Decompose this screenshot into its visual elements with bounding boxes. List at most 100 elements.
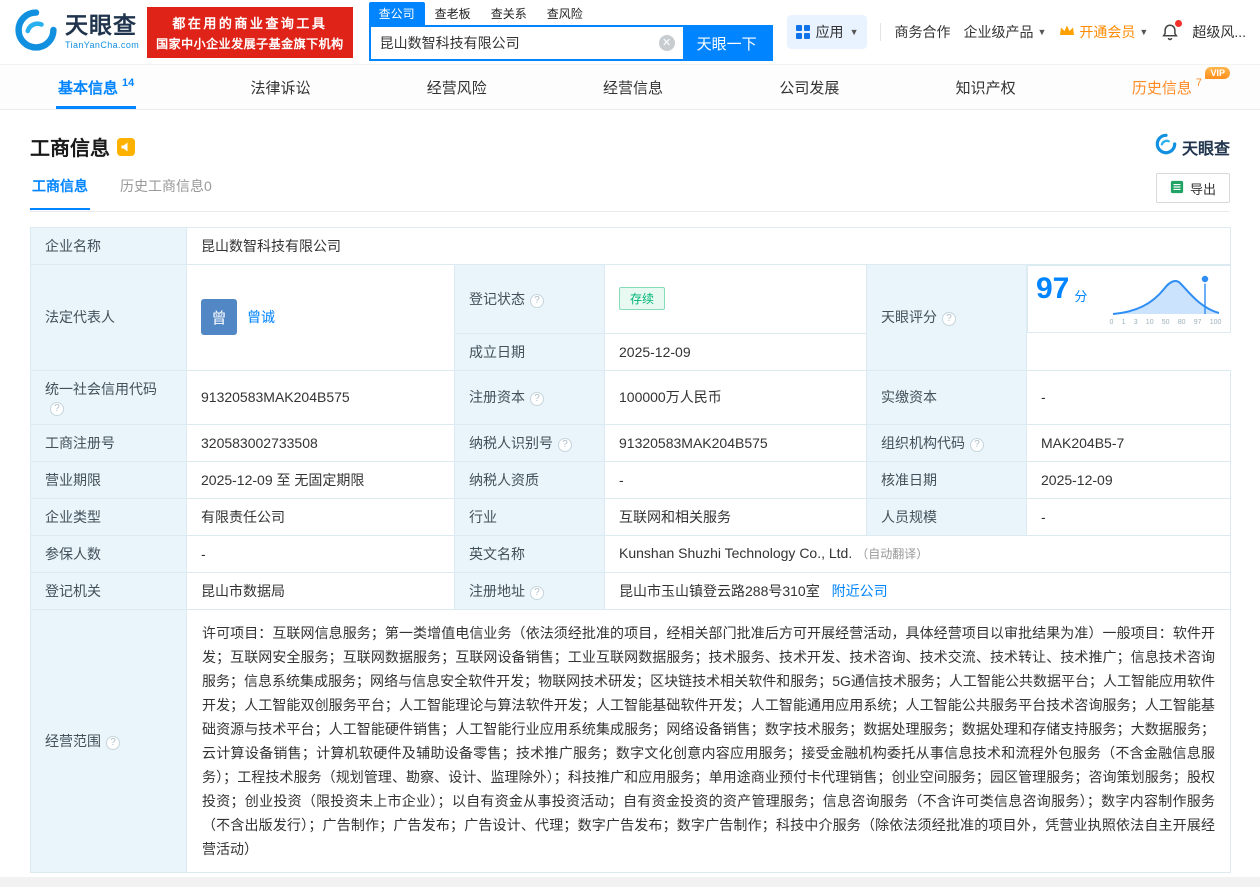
field-reg-status-label: 登记状态?	[455, 265, 605, 334]
legal-rep-link[interactable]: 曾诚	[247, 307, 275, 327]
tab-legal-litigation[interactable]: 法律诉讼	[249, 65, 313, 109]
field-industry-label: 行业	[455, 498, 605, 535]
field-business-scope-label: 经营范围?	[31, 609, 187, 872]
legal-rep-avatar[interactable]: 曾	[201, 299, 237, 335]
field-staff-size-value: -	[1027, 498, 1231, 535]
search-box: ✕ 天眼一下	[369, 25, 773, 61]
promo-banner: 都在用的商业查询工具 国家中小企业发展子基金旗下机构	[147, 7, 353, 58]
field-legal-rep-label: 法定代表人	[31, 265, 187, 371]
crown-icon	[1059, 24, 1075, 40]
tianyancha-logo-icon	[14, 8, 58, 57]
table-row: 登记机关 昆山市数据局 注册地址? 昆山市玉山镇登云路288号310室 附近公司	[31, 572, 1231, 609]
tab-basic-info-count: 14	[122, 77, 134, 89]
search-tab-risk[interactable]: 查风险	[537, 2, 593, 25]
search-input[interactable]	[371, 27, 659, 59]
business-cooperation-link[interactable]: 商务合作	[894, 22, 950, 42]
search-tabs: 查公司 查老板 查关系 查风险	[369, 3, 773, 25]
field-insured-count-value: -	[187, 535, 455, 572]
tab-company-development-label: 公司发展	[779, 77, 839, 98]
field-address-label: 注册地址?	[455, 572, 605, 609]
tab-basic-info-label: 基本信息	[58, 77, 118, 98]
help-icon[interactable]: ?	[530, 392, 544, 406]
search-button[interactable]: 天眼一下	[683, 27, 771, 59]
field-tax-quality-label: 纳税人资质	[455, 461, 605, 498]
search-tab-boss[interactable]: 查老板	[425, 2, 481, 25]
announcement-icon[interactable]	[117, 138, 135, 156]
tab-history-info-label: 历史信息	[1132, 77, 1192, 98]
field-paid-capital-label: 实缴资本	[867, 370, 1027, 424]
tab-intellectual-property-label: 知识产权	[956, 77, 1016, 98]
tab-intellectual-property[interactable]: 知识产权	[954, 65, 1018, 109]
notification-dot	[1175, 20, 1182, 27]
super-risk-menu[interactable]: 超级风...	[1192, 22, 1246, 42]
field-org-code-value: MAK204B5-7	[1027, 424, 1231, 461]
help-icon[interactable]: ?	[942, 312, 956, 326]
search-clear-icon[interactable]: ✕	[659, 35, 675, 51]
field-credit-code-value: 91320583MAK204B575	[187, 370, 455, 424]
score-axis: 01310508097100	[1110, 319, 1222, 326]
field-english-name-value: Kunshan Shuzhi Technology Co., Ltd.（自动翻译…	[605, 535, 1231, 572]
field-address-value: 昆山市玉山镇登云路288号310室 附近公司	[605, 572, 1231, 609]
top-right-menu: 应用 ▼ 商务合作 企业级产品 ▼ 开通会员 ▼ 超级风...	[787, 15, 1246, 49]
tab-history-info[interactable]: 历史信息 7 VIP	[1130, 65, 1204, 109]
field-credit-code-label: 统一社会信用代码?	[31, 370, 187, 424]
notification-bell-icon[interactable]	[1161, 22, 1179, 42]
field-industry-value: 互联网和相关服务	[605, 498, 867, 535]
watermark-logo: 天眼查	[1155, 133, 1230, 160]
main-content: 工商信息 天眼查 工商信息 历史工商信息0 导出	[0, 132, 1260, 873]
nearby-companies-link[interactable]: 附近公司	[832, 583, 888, 599]
enterprise-products-menu[interactable]: 企业级产品 ▼	[963, 22, 1046, 42]
tab-operating-info[interactable]: 经营信息	[601, 65, 665, 109]
apps-menu[interactable]: 应用 ▼	[787, 15, 868, 49]
field-company-name-value: 昆山数智科技有限公司	[187, 228, 1231, 265]
table-row: 统一社会信用代码? 91320583MAK204B575 注册资本? 10000…	[31, 370, 1231, 424]
table-row: 参保人数 - 英文名称 Kunshan Shuzhi Technology Co…	[31, 535, 1231, 572]
field-business-scope-value: 许可项目：互联网信息服务；第一类增值电信业务（依法须经批准的项目，经相关部门批准…	[187, 609, 1231, 872]
export-button[interactable]: 导出	[1156, 173, 1230, 203]
score-unit: 分	[1074, 286, 1087, 305]
tab-operating-risk-label: 经营风险	[427, 77, 487, 98]
search-tab-relation[interactable]: 查关系	[481, 2, 537, 25]
vip-membership-label: 开通会员	[1079, 22, 1135, 42]
page-title: 工商信息	[30, 132, 110, 161]
chevron-down-icon: ▼	[1139, 27, 1148, 37]
field-legal-rep-value: 曾 曾诚	[187, 265, 455, 371]
help-icon[interactable]: ?	[50, 402, 64, 416]
search-area: 查公司 查老板 查关系 查风险 ✕ 天眼一下	[369, 3, 773, 61]
subtab-history-business-info[interactable]: 历史工商信息0	[118, 176, 214, 208]
vip-badge: VIP	[1205, 67, 1230, 79]
promo-banner-line2: 国家中小企业发展子基金旗下机构	[156, 35, 344, 52]
business-cooperation-label: 商务合作	[894, 22, 950, 42]
field-company-type-value: 有限责任公司	[187, 498, 455, 535]
tab-history-info-count: 7	[1196, 77, 1202, 89]
field-reg-capital-label: 注册资本?	[455, 370, 605, 424]
vip-membership-menu[interactable]: 开通会员 ▼	[1059, 22, 1148, 42]
field-staff-size-label: 人员规模	[867, 498, 1027, 535]
subtab-business-info[interactable]: 工商信息	[30, 176, 90, 210]
tab-operating-risk[interactable]: 经营风险	[425, 65, 489, 109]
address-text: 昆山市玉山镇登云路288号310室	[619, 583, 820, 599]
help-icon[interactable]: ?	[530, 294, 544, 308]
table-row: 企业类型 有限责任公司 行业 互联网和相关服务 人员规模 -	[31, 498, 1231, 535]
table-row: 企业名称 昆山数智科技有限公司	[31, 228, 1231, 265]
super-risk-label: 超级风...	[1192, 22, 1246, 42]
field-establish-date-value: 2025-12-09	[605, 333, 867, 370]
field-tax-id-label: 纳税人识别号?	[455, 424, 605, 461]
tab-basic-info[interactable]: 基本信息 14	[56, 65, 136, 109]
field-establish-date-label: 成立日期	[455, 333, 605, 370]
subtab-history-label: 历史工商信息	[120, 178, 204, 194]
bottom-strip	[0, 877, 1260, 887]
help-icon[interactable]: ?	[530, 586, 544, 600]
status-badge: 存续	[619, 287, 665, 310]
help-icon[interactable]: ?	[970, 438, 984, 452]
apps-grid-icon	[796, 25, 810, 39]
search-tab-company[interactable]: 查公司	[369, 2, 425, 25]
field-approved-date-value: 2025-12-09	[1027, 461, 1231, 498]
field-org-code-label: 组织机构代码?	[867, 424, 1027, 461]
tab-company-development[interactable]: 公司发展	[777, 65, 841, 109]
field-reg-no-label: 工商注册号	[31, 424, 187, 461]
field-reg-no-value: 320583002733508	[187, 424, 455, 461]
tianyancha-logo[interactable]: 天眼查 TianYanCha.com	[14, 8, 139, 57]
help-icon[interactable]: ?	[558, 438, 572, 452]
help-icon[interactable]: ?	[106, 736, 120, 750]
